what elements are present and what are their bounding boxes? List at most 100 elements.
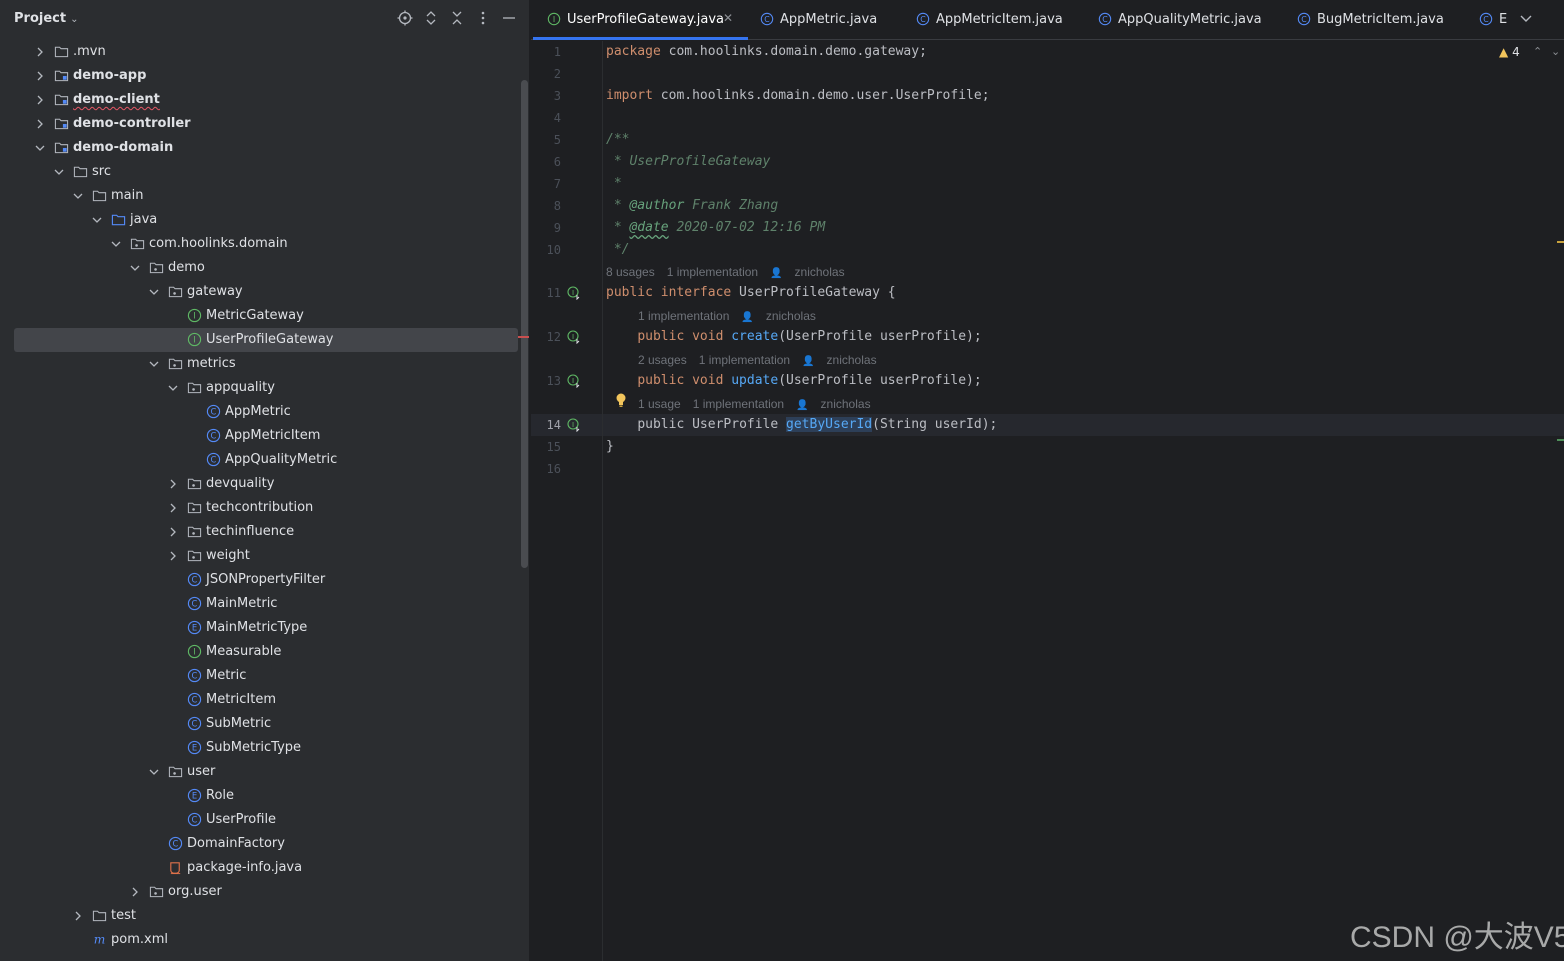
author-hint[interactable]: znicholas bbox=[821, 397, 871, 411]
author-hint[interactable]: znicholas bbox=[827, 353, 877, 367]
implemented-gutter-icon[interactable]: I bbox=[567, 374, 581, 388]
hide-panel-icon[interactable] bbox=[500, 10, 518, 28]
implementation-hint[interactable]: 1 implementation bbox=[638, 309, 729, 323]
tree-item[interactable]: C UserProfile bbox=[0, 808, 518, 832]
chevron-down-icon[interactable] bbox=[91, 214, 103, 226]
tabs-dropdown-icon[interactable] bbox=[1518, 10, 1534, 28]
chevron-down-icon[interactable] bbox=[167, 382, 179, 394]
line-number[interactable]: 7 bbox=[531, 177, 561, 191]
code-editor[interactable]: 1 2 3 4 5 6 7 8 9 10 11 I 12 I 13 I 14 I 15 16 package com.… bbox=[531, 41, 1564, 961]
line-number[interactable]: 3 bbox=[531, 89, 561, 103]
tree-item[interactable]: E SubMetricType bbox=[0, 736, 518, 760]
tree-item[interactable]: demo-app bbox=[0, 64, 518, 88]
implementation-hint[interactable]: 1 implementation bbox=[699, 353, 790, 367]
tree-item[interactable]: techinfluence bbox=[0, 520, 518, 544]
tree-item[interactable]: appquality bbox=[0, 376, 518, 400]
line-number[interactable]: 5 bbox=[531, 133, 561, 147]
chevron-right-icon[interactable] bbox=[167, 478, 179, 490]
implementation-hint[interactable]: 1 implementation bbox=[693, 397, 784, 411]
tree-item[interactable]: I Measurable bbox=[0, 640, 518, 664]
warning-stripe-marker[interactable] bbox=[1557, 241, 1564, 243]
tree-item[interactable]: demo bbox=[0, 256, 518, 280]
usages-hint[interactable]: 1 usage bbox=[638, 397, 681, 411]
code-vision-hint[interactable]: 1 usage 1 implementation 👤 znicholas bbox=[638, 395, 883, 413]
tree-item[interactable]: user bbox=[0, 760, 518, 784]
chevron-down-icon[interactable] bbox=[72, 190, 84, 202]
line-number[interactable]: 8 bbox=[531, 199, 561, 213]
tree-item[interactable]: .mvn bbox=[0, 40, 518, 64]
line-number[interactable]: 11 bbox=[531, 286, 561, 300]
chevron-down-icon[interactable] bbox=[53, 166, 65, 178]
tree-item[interactable]: gateway bbox=[0, 280, 518, 304]
tree-item[interactable]: m pom.xml bbox=[0, 928, 518, 952]
tree-item[interactable]: C AppMetricItem bbox=[0, 424, 518, 448]
tree-item[interactable]: com.hoolinks.domain bbox=[0, 232, 518, 256]
line-number[interactable]: 14 bbox=[531, 418, 561, 432]
collapse-all-icon[interactable] bbox=[448, 10, 466, 28]
tree-item[interactable]: C AppQualityMetric bbox=[0, 448, 518, 472]
implemented-gutter-icon[interactable]: I bbox=[567, 330, 581, 344]
author-hint[interactable]: znicholas bbox=[795, 265, 845, 279]
tree-item[interactable]: org.user bbox=[0, 880, 518, 904]
tree-item[interactable]: demo-domain bbox=[0, 136, 518, 160]
tree-item[interactable]: devquality bbox=[0, 472, 518, 496]
project-view-selector[interactable]: Project ⌄ bbox=[14, 11, 78, 26]
chevron-down-icon[interactable] bbox=[129, 262, 141, 274]
chevron-right-icon[interactable] bbox=[34, 70, 46, 82]
chevron-right-icon[interactable] bbox=[34, 118, 46, 130]
line-number[interactable]: 15 bbox=[531, 440, 561, 454]
previous-highlight-icon[interactable]: ⌃ bbox=[1533, 45, 1542, 58]
tree-item[interactable]: test bbox=[0, 904, 518, 928]
line-number[interactable]: 1 bbox=[531, 45, 561, 59]
tree-item[interactable]: I UserProfileGateway bbox=[14, 328, 518, 352]
tree-item[interactable]: C MetricItem bbox=[0, 688, 518, 712]
next-highlight-icon[interactable]: ⌄ bbox=[1551, 45, 1560, 58]
info-stripe-marker[interactable] bbox=[1557, 439, 1564, 441]
intention-bulb-icon[interactable] bbox=[615, 392, 627, 408]
usages-hint[interactable]: 2 usages bbox=[638, 353, 687, 367]
chevron-down-icon[interactable] bbox=[148, 358, 160, 370]
chevron-down-icon[interactable] bbox=[148, 286, 160, 298]
tree-item[interactable]: demo-client bbox=[0, 88, 518, 112]
code-vision-hint[interactable]: 8 usages 1 implementation 👤 znicholas bbox=[606, 263, 857, 281]
tree-item[interactable]: E Role bbox=[0, 784, 518, 808]
locate-icon[interactable] bbox=[396, 10, 414, 28]
chevron-right-icon[interactable] bbox=[34, 46, 46, 58]
usages-hint[interactable]: 8 usages bbox=[606, 265, 655, 279]
tree-item[interactable]: I MetricGateway bbox=[0, 304, 518, 328]
line-number[interactable]: 10 bbox=[531, 243, 561, 257]
implemented-gutter-icon[interactable]: I bbox=[567, 286, 581, 300]
chevron-down-icon[interactable] bbox=[34, 142, 46, 154]
tree-item[interactable]: java bbox=[0, 208, 518, 232]
chevron-down-icon[interactable] bbox=[110, 238, 122, 250]
expand-all-icon[interactable] bbox=[422, 10, 440, 28]
inspection-widget[interactable]: ▲ 4 bbox=[1499, 45, 1520, 59]
tree-item[interactable]: C DomainFactory bbox=[0, 832, 518, 856]
chevron-right-icon[interactable] bbox=[72, 910, 84, 922]
tree-scrollbar[interactable] bbox=[521, 80, 528, 568]
tree-item[interactable]: C JSONPropertyFilter bbox=[0, 568, 518, 592]
tree-item[interactable]: main bbox=[0, 184, 518, 208]
line-number[interactable]: 6 bbox=[531, 155, 561, 169]
implementation-hint[interactable]: 1 implementation bbox=[667, 265, 758, 279]
author-hint[interactable]: znicholas bbox=[766, 309, 816, 323]
tree-item[interactable]: C AppMetric bbox=[0, 400, 518, 424]
line-number[interactable]: 4 bbox=[531, 111, 561, 125]
tree-item[interactable]: weight bbox=[0, 544, 518, 568]
tree-item[interactable]: C Metric bbox=[0, 664, 518, 688]
chevron-right-icon[interactable] bbox=[167, 502, 179, 514]
code-vision-hint[interactable]: 2 usages 1 implementation 👤 znicholas bbox=[638, 351, 889, 369]
tree-item[interactable]: demo-controller bbox=[0, 112, 518, 136]
tree-item[interactable]: techcontribution bbox=[0, 496, 518, 520]
line-number[interactable]: 9 bbox=[531, 221, 561, 235]
tree-item[interactable]: E MainMetricType bbox=[0, 616, 518, 640]
tree-item[interactable]: C SubMetric bbox=[0, 712, 518, 736]
chevron-right-icon[interactable] bbox=[167, 526, 179, 538]
chevron-right-icon[interactable] bbox=[129, 886, 141, 898]
line-number[interactable]: 16 bbox=[531, 462, 561, 476]
chevron-right-icon[interactable] bbox=[167, 550, 179, 562]
implemented-gutter-icon[interactable]: I bbox=[567, 418, 581, 432]
tree-item[interactable]: package-info.java bbox=[0, 856, 518, 880]
chevron-down-icon[interactable] bbox=[148, 766, 160, 778]
tree-item[interactable]: src bbox=[0, 160, 518, 184]
